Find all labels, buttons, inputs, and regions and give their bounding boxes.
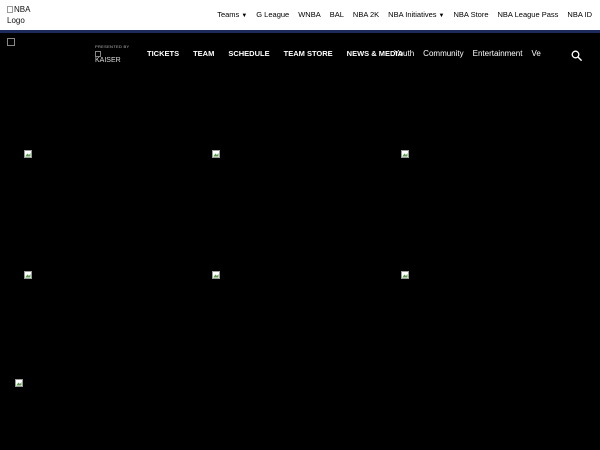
link-teams-label: Teams bbox=[217, 10, 240, 19]
nba-utility-links: Teams ▼ G League WNBA BAL NBA 2K NBA Init… bbox=[217, 10, 592, 21]
link-wnba[interactable]: WNBA bbox=[298, 10, 321, 21]
main-nav: TICKETS TEAM SCHEDULE TEAM STORE NEWS & … bbox=[147, 49, 403, 58]
team-logo[interactable] bbox=[7, 38, 15, 46]
nav-tickets[interactable]: TICKETS bbox=[147, 49, 179, 58]
broken-image-icon[interactable] bbox=[401, 271, 409, 279]
link-g-league[interactable]: G League bbox=[256, 10, 289, 21]
nba-logo[interactable]: NBA Logo bbox=[7, 4, 37, 26]
nav-more-truncated[interactable]: Ve bbox=[531, 49, 540, 58]
nav-team-store[interactable]: TEAM STORE bbox=[284, 49, 333, 58]
team-navigation: PRESENTED BY KAISER TICKETS TEAM SCHEDUL… bbox=[0, 33, 600, 73]
link-nba-2k[interactable]: NBA 2K bbox=[353, 10, 379, 21]
link-nba-initiatives-label: NBA Initiatives bbox=[388, 10, 437, 19]
nav-community[interactable]: Community bbox=[423, 49, 463, 58]
secondary-nav: Youth Community Entertainment Ve bbox=[394, 49, 541, 58]
link-nba-initiatives[interactable]: NBA Initiatives ▼ bbox=[388, 10, 444, 21]
broken-image-icon[interactable] bbox=[24, 150, 32, 158]
search-icon[interactable] bbox=[571, 48, 582, 61]
nav-youth[interactable]: Youth bbox=[394, 49, 414, 58]
broken-image-icon bbox=[7, 6, 13, 13]
nba-utility-bar: NBA Logo Teams ▼ G League WNBA BAL NBA 2K… bbox=[0, 0, 600, 30]
link-bal[interactable]: BAL bbox=[330, 10, 344, 21]
nav-entertainment[interactable]: Entertainment bbox=[473, 49, 523, 58]
link-nba-store[interactable]: NBA Store bbox=[453, 10, 488, 21]
broken-image-icon[interactable] bbox=[212, 150, 220, 158]
link-nba-id[interactable]: NBA ID bbox=[567, 10, 592, 21]
nav-team[interactable]: TEAM bbox=[193, 49, 214, 58]
sponsor-logo[interactable]: KAISER bbox=[95, 51, 121, 65]
nav-schedule[interactable]: SCHEDULE bbox=[228, 49, 269, 58]
broken-image-icon[interactable] bbox=[401, 150, 409, 158]
chevron-down-icon: ▼ bbox=[241, 13, 248, 19]
link-league-pass[interactable]: NBA League Pass bbox=[498, 10, 559, 21]
sponsor-alt-text: KAISER bbox=[95, 57, 121, 64]
broken-image-icon[interactable] bbox=[24, 271, 32, 279]
presented-by-label: PRESENTED BY bbox=[95, 44, 130, 49]
broken-image-icon[interactable] bbox=[212, 271, 220, 279]
link-teams[interactable]: Teams ▼ bbox=[217, 10, 247, 21]
chevron-down-icon: ▼ bbox=[438, 13, 445, 19]
broken-image-icon[interactable] bbox=[15, 379, 23, 387]
